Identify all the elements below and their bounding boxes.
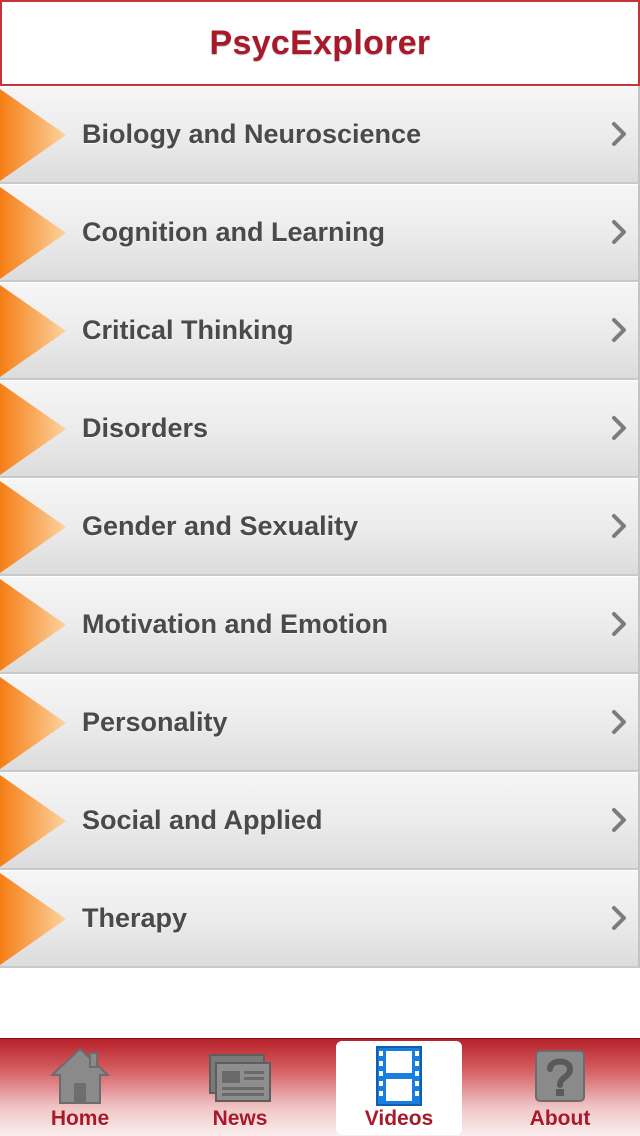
orange-triangle-icon xyxy=(0,873,66,965)
category-row-therapy[interactable]: Therapy xyxy=(0,870,640,968)
newspaper-icon xyxy=(209,1054,271,1102)
chevron-right-icon xyxy=(612,612,626,636)
category-label: Critical Thinking xyxy=(82,314,294,345)
tab-label: Home xyxy=(50,1107,110,1130)
chevron-right-icon xyxy=(612,318,626,342)
chevron-right-icon xyxy=(612,906,626,930)
app-screen: PsycExplorer Biology and Neuroscience Co… xyxy=(0,0,640,1136)
app-header: PsycExplorer xyxy=(0,0,640,86)
category-label: Personality xyxy=(82,706,228,737)
question-mark-icon xyxy=(535,1050,585,1102)
category-list: Biology and Neuroscience Cognition and L… xyxy=(0,86,640,968)
category-row-gender[interactable]: Gender and Sexuality xyxy=(0,478,640,576)
category-label: Cognition and Learning xyxy=(82,216,385,247)
tab-label: About xyxy=(529,1107,591,1130)
category-label: Therapy xyxy=(82,902,188,933)
tab-label: Videos xyxy=(364,1107,434,1130)
film-strip-icon xyxy=(376,1046,422,1106)
category-label: Motivation and Emotion xyxy=(82,608,388,639)
category-row-critical-thinking[interactable]: Critical Thinking xyxy=(0,282,640,380)
tab-news[interactable]: News xyxy=(160,1039,320,1136)
orange-triangle-icon xyxy=(0,89,66,181)
orange-triangle-icon xyxy=(0,187,66,279)
orange-triangle-icon xyxy=(0,677,66,769)
chevron-right-icon xyxy=(612,710,626,734)
category-row-motivation[interactable]: Motivation and Emotion xyxy=(0,576,640,674)
chevron-right-icon xyxy=(612,514,626,538)
orange-triangle-icon xyxy=(0,481,66,573)
category-row-disorders[interactable]: Disorders xyxy=(0,380,640,478)
category-label: Biology and Neuroscience xyxy=(82,118,422,149)
orange-triangle-icon xyxy=(0,383,66,475)
category-row-social[interactable]: Social and Applied xyxy=(0,772,640,870)
chevron-right-icon xyxy=(612,416,626,440)
category-label: Disorders xyxy=(82,412,209,443)
house-icon xyxy=(49,1047,111,1104)
tab-label: News xyxy=(212,1107,268,1130)
orange-triangle-icon xyxy=(0,285,66,377)
chevron-right-icon xyxy=(612,808,626,832)
orange-triangle-icon xyxy=(0,579,66,671)
category-row-personality[interactable]: Personality xyxy=(0,674,640,772)
category-row-biology[interactable]: Biology and Neuroscience xyxy=(0,86,640,184)
orange-triangle-icon xyxy=(0,775,66,867)
chevron-right-icon xyxy=(612,122,626,146)
tab-home[interactable]: Home xyxy=(0,1039,160,1136)
page-title: PsycExplorer xyxy=(209,23,431,62)
category-label: Social and Applied xyxy=(82,804,323,835)
chevron-right-icon xyxy=(612,220,626,244)
tab-bar: Home News Videos About xyxy=(0,1038,640,1136)
tab-about[interactable]: About xyxy=(480,1039,640,1136)
category-label: Gender and Sexuality xyxy=(82,510,359,541)
tab-videos[interactable]: Videos xyxy=(336,1041,462,1135)
category-row-cognition[interactable]: Cognition and Learning xyxy=(0,184,640,282)
